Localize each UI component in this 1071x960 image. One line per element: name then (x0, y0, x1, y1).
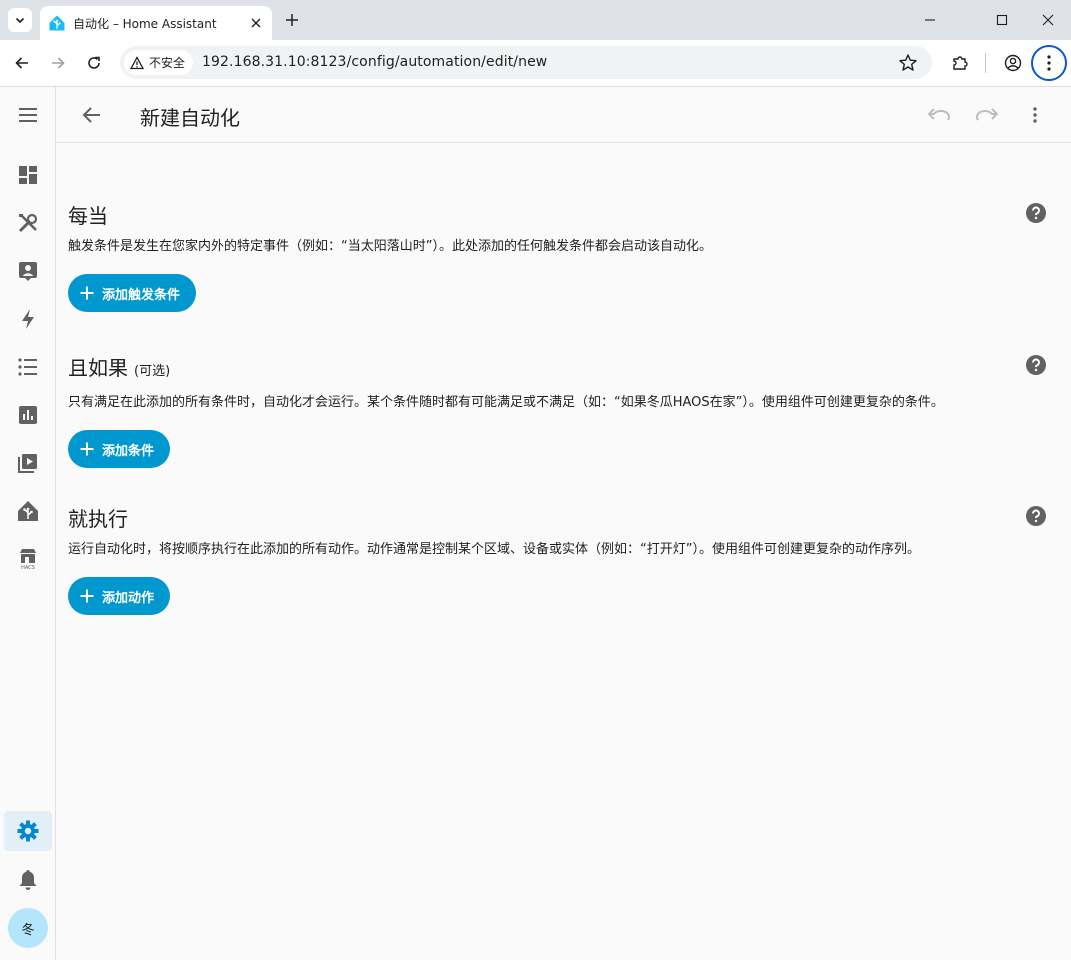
window-minimize-button[interactable] (918, 8, 942, 32)
sidebar-item-developer-tools[interactable] (16, 211, 40, 235)
help-icon[interactable] (1025, 505, 1047, 527)
sidebar-item-hacs[interactable]: HACS (16, 547, 40, 571)
add-action-label: 添加动作 (102, 590, 155, 606)
page-header: 新建自动化 (56, 87, 1071, 143)
lightning-icon (22, 309, 34, 329)
list-icon (18, 358, 37, 376)
sidebar-item-notifications[interactable] (16, 868, 40, 892)
tab-title: 自动化 – Home Assistant (73, 16, 217, 31)
browser-tab-active[interactable]: 自动化 – Home Assistant (40, 6, 272, 40)
puzzle-icon (953, 56, 968, 70)
browser-reload-button[interactable] (82, 51, 106, 75)
tab-close-button[interactable] (246, 13, 266, 33)
more-vertical-icon (1033, 107, 1037, 123)
account-box-icon (19, 262, 37, 281)
conditions-description: 只有满足在此添加的所有条件时，自动化才会运行。某个条件随时都有可能满足或不满足（… (68, 395, 944, 410)
add-trigger-button[interactable]: 添加触发条件 (68, 274, 197, 312)
sidebar-item-home-assistant[interactable] (16, 499, 40, 523)
back-arrow-icon[interactable] (80, 103, 104, 127)
sidebar-item-logbook[interactable] (16, 355, 40, 379)
hacs-icon (20, 548, 36, 563)
close-icon (1042, 14, 1054, 26)
plus-icon (286, 14, 298, 26)
sidebar-item-history[interactable] (16, 403, 40, 427)
conditions-section: 且如果 (可选) 只有满足在此添加的所有条件时，自动化才会运行。某个条件随时都有可… (68, 354, 1048, 468)
triggers-description: 触发条件是发生在您家内外的特定事件（例如：“当太阳落山时”）。此处添加的任何触发… (68, 239, 712, 254)
page-title: 新建自动化 (140, 106, 240, 130)
sidebar-menu-toggle[interactable] (16, 103, 40, 127)
triggers-title: 每当 (68, 202, 1048, 230)
actions-title-text: 就执行 (68, 507, 128, 531)
account-circle-icon (1004, 54, 1022, 72)
reload-icon (88, 56, 100, 69)
help-icon[interactable] (1025, 202, 1047, 224)
sidebar-item-media[interactable] (16, 451, 40, 475)
hacs-label: HACS (21, 564, 35, 571)
bell-icon (19, 870, 37, 890)
chart-icon (19, 406, 37, 424)
gear-icon (17, 820, 39, 842)
avatar[interactable]: 冬 (8, 908, 48, 948)
conditions-title-text: 且如果 (68, 356, 128, 380)
sidebar-item-overview[interactable] (16, 163, 40, 187)
menu-icon (19, 108, 37, 122)
add-trigger-label: 添加触发条件 (102, 287, 181, 303)
security-label: 不安全 (149, 56, 186, 70)
actions-section: 就执行 运行自动化时，将按顺序执行在此添加的所有动作。动作通常是控制某个区域、设… (68, 505, 1048, 615)
add-condition-label: 添加条件 (102, 443, 155, 459)
security-chip[interactable]: 不安全 (124, 50, 194, 75)
tab-search-button[interactable] (8, 8, 32, 32)
media-icon (18, 454, 37, 473)
plus-icon (80, 589, 94, 603)
browser-toolbar: 不安全 192.168.31.10:8123/config/automation… (0, 40, 1071, 87)
browser-back-button[interactable] (10, 51, 34, 75)
tools-icon (18, 213, 38, 233)
avatar-initial: 冬 (21, 922, 35, 938)
help-icon[interactable] (1025, 354, 1047, 376)
extensions-button[interactable] (949, 52, 971, 74)
minimize-icon (925, 19, 935, 21)
url-text[interactable]: 192.168.31.10:8123/config/automation/edi… (202, 54, 547, 70)
maximize-icon (996, 14, 1008, 26)
address-bar[interactable]: 不安全 192.168.31.10:8123/config/automation… (120, 46, 932, 79)
arrow-left-icon (15, 57, 28, 69)
bookmark-star-icon[interactable] (898, 53, 918, 73)
overflow-menu-button[interactable] (1023, 103, 1047, 127)
triggers-section: 每当 触发条件是发生在您家内外的特定事件（例如：“当太阳落山时”）。此处添加的任… (68, 202, 1048, 312)
warning-icon (130, 55, 144, 69)
add-condition-button[interactable]: 添加条件 (68, 430, 171, 468)
plus-icon (80, 442, 94, 456)
browser-menu-button[interactable] (1031, 45, 1067, 81)
window-maximize-button[interactable] (990, 8, 1014, 32)
home-assistant-icon (18, 501, 38, 521)
actions-description: 运行自动化时，将按顺序执行在此添加的所有动作。动作通常是控制某个区域、设备或实体… (68, 542, 920, 557)
sidebar-item-settings[interactable] (16, 819, 40, 843)
more-vertical-icon (1047, 55, 1051, 71)
browser-forward-button[interactable] (46, 51, 70, 75)
sidebar: HACS 冬 (0, 87, 56, 960)
profile-button[interactable] (1002, 52, 1024, 74)
conditions-title: 且如果 (可选) (68, 354, 1048, 386)
redo-button[interactable] (975, 103, 999, 127)
undo-button[interactable] (927, 103, 951, 127)
triggers-title-text: 每当 (68, 204, 108, 228)
undo-icon (928, 108, 950, 121)
optional-label: (可选) (134, 364, 171, 379)
sidebar-item-energy[interactable] (16, 307, 40, 331)
home-assistant-favicon-icon (49, 15, 65, 31)
toolbar-separator (985, 53, 986, 73)
dashboard-icon (19, 166, 37, 184)
plus-icon (80, 286, 94, 300)
browser-tabstrip: 自动化 – Home Assistant (0, 0, 1071, 40)
close-icon (251, 18, 261, 28)
window-close-button[interactable] (1036, 8, 1060, 32)
sidebar-item-people[interactable] (16, 259, 40, 283)
add-action-button[interactable]: 添加动作 (68, 577, 171, 615)
chevron-down-icon (15, 17, 25, 24)
redo-icon (976, 108, 998, 121)
new-tab-button[interactable] (282, 10, 302, 30)
actions-title: 就执行 (68, 505, 1048, 533)
arrow-right-icon (52, 57, 65, 69)
